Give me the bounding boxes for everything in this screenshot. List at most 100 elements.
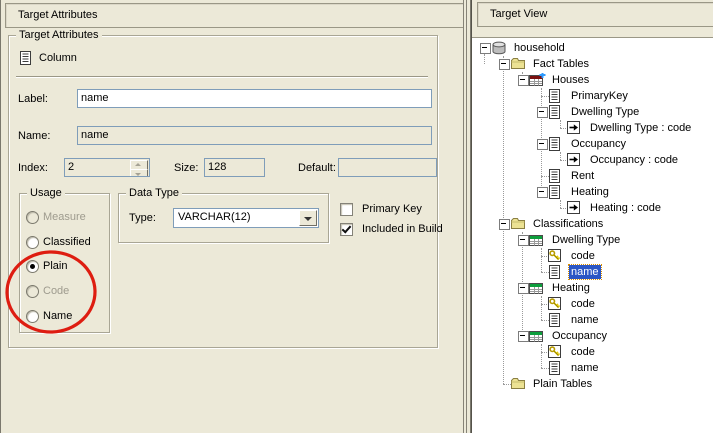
tree-item-dt-code[interactable]: code — [472, 248, 712, 264]
radio-classified[interactable] — [26, 236, 39, 249]
tree-item-label: Occupancy — [550, 329, 609, 343]
tree-item-label: Rent — [569, 169, 596, 183]
tree-item-label: Dwelling Type : code — [588, 121, 693, 135]
tree-item-label: name — [569, 361, 601, 375]
radio-measure — [26, 211, 39, 224]
tree-item-label: Fact Tables — [531, 57, 591, 71]
entity-type-label: Column — [39, 52, 77, 64]
tree-item-label: Plain Tables — [531, 377, 594, 391]
collapse-minus-icon[interactable] — [518, 235, 529, 246]
column-icon — [548, 185, 566, 200]
tree-item-label: Dwelling Type — [550, 233, 622, 247]
collapse-minus-icon[interactable] — [480, 43, 491, 54]
radio-plain[interactable] — [26, 260, 39, 273]
tree-item-label: code — [569, 249, 597, 263]
column-icon — [548, 265, 566, 280]
data-type-dropdown[interactable]: VARCHAR(12) — [173, 208, 319, 228]
collapse-minus-icon[interactable] — [499, 219, 510, 230]
tree-item-occupancy-name[interactable]: name — [472, 360, 712, 376]
column-icon — [548, 361, 566, 376]
included-in-build-checkbox[interactable] — [340, 223, 353, 236]
tree-item-label: household — [512, 41, 567, 55]
database-icon — [491, 41, 509, 56]
tree-item-fact-tables[interactable]: Fact Tables — [472, 56, 712, 72]
collapse-minus-icon[interactable] — [518, 331, 529, 342]
tree-item-dwelling-type[interactable]: Dwelling Type — [472, 104, 712, 120]
radio-classified-label: Classified — [43, 236, 91, 248]
index-field-caption: Index: — [18, 162, 48, 174]
size-field-caption: Size: — [174, 162, 198, 174]
tree-item-label: Occupancy : code — [588, 153, 680, 167]
column-icon — [548, 105, 566, 120]
classification-table-icon — [529, 233, 547, 248]
tree-item-label: Classifications — [531, 217, 605, 231]
mapping-icon — [567, 153, 585, 168]
default-input — [338, 158, 437, 177]
tree-item-houses[interactable]: Houses — [472, 72, 712, 88]
key-icon — [548, 249, 566, 264]
panel-header: Target Attributes — [5, 3, 464, 28]
tree-item-label: code — [569, 297, 597, 311]
folder-icon — [510, 377, 528, 392]
tree-item-household[interactable]: household — [472, 40, 712, 56]
label-input[interactable]: name — [77, 89, 432, 108]
radio-code-label: Code — [43, 285, 69, 297]
tree-item-dwelling-type-code[interactable]: Dwelling Type : code — [472, 120, 712, 136]
spin-down-icon[interactable] — [130, 169, 148, 177]
name-field-caption: Name: — [18, 130, 50, 142]
tree-item-occupancy[interactable]: Occupancy — [472, 136, 712, 152]
radio-name[interactable] — [26, 310, 39, 323]
radio-plain-label: Plain — [43, 260, 67, 272]
size-value: 128 — [208, 161, 226, 173]
divider — [466, 0, 467, 433]
name-input-value: name — [81, 129, 109, 141]
tree-item-label: Heating — [550, 281, 592, 295]
tree-item-dt-name-selected[interactable]: name — [472, 264, 712, 280]
column-icon — [548, 313, 566, 328]
tree-item-plain-tables[interactable]: Plain Tables — [472, 376, 712, 392]
collapse-minus-icon[interactable] — [537, 107, 548, 118]
collapse-minus-icon[interactable] — [518, 283, 529, 294]
column-icon — [548, 169, 566, 184]
index-spinner[interactable]: 2 — [64, 158, 150, 177]
label-field-caption: Label: — [18, 93, 48, 105]
primary-key-checkbox[interactable] — [340, 203, 353, 216]
panel-header-title: Target Attributes — [18, 9, 98, 21]
column-icon — [19, 51, 32, 65]
tree-item-primarykey[interactable]: PrimaryKey — [472, 88, 712, 104]
chevron-down-icon[interactable] — [299, 210, 317, 226]
tree-item-occupancy-code-col[interactable]: code — [472, 344, 712, 360]
application-window: Target Attributes Target Attributes Colu… — [0, 0, 713, 433]
tree-item-class-dwelling-type[interactable]: Dwelling Type — [472, 232, 712, 248]
data-type-value: VARCHAR(12) — [178, 211, 251, 223]
tree-item-class-heating[interactable]: Heating — [472, 280, 712, 296]
tree-item-classifications[interactable]: Classifications — [472, 216, 712, 232]
mapping-icon — [567, 121, 585, 136]
tree-item-heating-name[interactable]: name — [472, 312, 712, 328]
collapse-minus-icon[interactable] — [537, 187, 548, 198]
mapping-icon — [567, 201, 585, 216]
name-input: name — [77, 126, 432, 145]
separator — [16, 76, 428, 78]
tree-item-heating-code-col[interactable]: code — [472, 296, 712, 312]
collapse-minus-icon[interactable] — [518, 75, 529, 86]
tree-item-heating[interactable]: Heating — [472, 184, 712, 200]
target-attributes-panel: Target Attributes Target Attributes Colu… — [0, 0, 463, 433]
tree-item-occupancy-code[interactable]: Occupancy : code — [472, 152, 712, 168]
data-type-legend: Data Type — [126, 186, 182, 200]
tree-item-label: Heating — [569, 185, 611, 199]
tree-item-rent[interactable]: Rent — [472, 168, 712, 184]
collapse-minus-icon[interactable] — [499, 59, 510, 70]
divider — [463, 0, 464, 433]
column-icon — [548, 89, 566, 104]
tree-item-label: Heating : code — [588, 201, 663, 215]
included-in-build-label: Included in Build — [362, 223, 443, 235]
column-icon — [548, 137, 566, 152]
collapse-minus-icon[interactable] — [537, 139, 548, 150]
tree-item-label-selected: name — [569, 265, 601, 279]
primary-key-label: Primary Key — [362, 203, 422, 215]
tree-item-class-occupancy[interactable]: Occupancy — [472, 328, 712, 344]
tree-item-label: PrimaryKey — [569, 89, 630, 103]
target-view-header: Target View — [477, 2, 713, 27]
tree-item-heating-code[interactable]: Heating : code — [472, 200, 712, 216]
